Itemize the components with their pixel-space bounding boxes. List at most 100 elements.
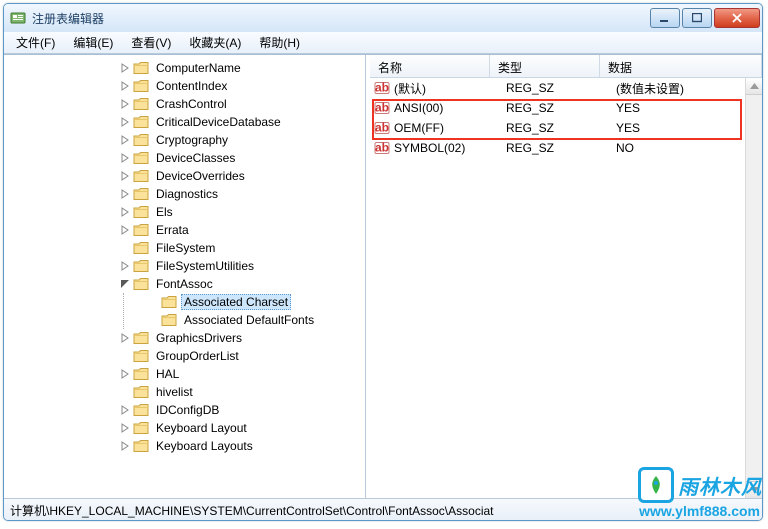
expand-icon[interactable] [118, 223, 132, 237]
folder-icon [133, 439, 149, 453]
menu-favorites[interactable]: 收藏夹(A) [181, 32, 249, 53]
menu-view[interactable]: 查看(V) [123, 32, 179, 53]
registry-tree[interactable]: ComputerName ContentIndex CrashControl Crit… [4, 59, 365, 455]
tree-item[interactable]: HAL [116, 365, 365, 383]
value-data: NO [616, 141, 758, 155]
menubar: 文件(F) 编辑(E) 查看(V) 收藏夹(A) 帮助(H) [4, 32, 762, 54]
expand-icon[interactable] [118, 115, 132, 129]
tree-item[interactable]: ComputerName [116, 59, 365, 77]
tree-item-label: ContentIndex [153, 79, 230, 93]
expand-icon[interactable] [118, 169, 132, 183]
folder-icon [133, 115, 149, 129]
tree-item-label: FontAssoc [153, 277, 216, 291]
expand-icon[interactable] [118, 97, 132, 111]
tree-item[interactable]: CrashControl [116, 95, 365, 113]
tree-item[interactable]: Els [116, 203, 365, 221]
expand-icon[interactable] [118, 151, 132, 165]
tree-item[interactable]: GroupOrderList [116, 347, 365, 365]
menu-help[interactable]: 帮助(H) [251, 32, 308, 53]
tree-item[interactable]: Keyboard Layouts [116, 437, 365, 455]
tree-item[interactable]: GraphicsDrivers [116, 329, 365, 347]
folder-icon [133, 349, 149, 363]
tree-item-label: Diagnostics [153, 187, 221, 201]
tree-pane[interactable]: ComputerName ContentIndex CrashControl Crit… [4, 55, 366, 498]
tree-item[interactable]: Errata [116, 221, 365, 239]
expand-icon[interactable] [118, 259, 132, 273]
expand-icon[interactable] [118, 133, 132, 147]
folder-icon [133, 385, 149, 399]
value-data: YES [616, 101, 758, 115]
svg-text:ab: ab [375, 101, 389, 115]
vertical-scrollbar[interactable] [745, 78, 762, 498]
value-name: OEM(FF) [394, 121, 506, 135]
value-row[interactable]: abANSI(00)REG_SZYES [370, 98, 762, 118]
tree-item[interactable]: hivelist [116, 383, 365, 401]
tree-item-label: Associated Charset [181, 294, 291, 310]
tree-item[interactable]: DeviceClasses [116, 149, 365, 167]
column-header-type[interactable]: 类型 [490, 55, 600, 77]
tree-item[interactable]: DeviceOverrides [116, 167, 365, 185]
client-area: ComputerName ContentIndex CrashControl Crit… [4, 54, 762, 498]
tree-item-label: HAL [153, 367, 182, 381]
folder-icon [133, 403, 149, 417]
tree-item[interactable]: Cryptography [116, 131, 365, 149]
tree-item[interactable]: FileSystemUtilities [116, 257, 365, 275]
expand-icon[interactable] [118, 61, 132, 75]
value-row[interactable]: abOEM(FF)REG_SZYES [370, 118, 762, 138]
folder-icon [133, 205, 149, 219]
folder-icon [133, 151, 149, 165]
expand-icon[interactable] [118, 421, 132, 435]
expand-icon[interactable] [118, 79, 132, 93]
tree-item[interactable]: Keyboard Layout [116, 419, 365, 437]
values-pane: 名称 类型 数据 ab(默认)REG_SZ(数值未设置)abANSI(00)RE… [370, 55, 762, 498]
tree-item-label: GroupOrderList [153, 349, 242, 363]
scroll-down-arrow[interactable] [746, 481, 762, 498]
scroll-up-arrow[interactable] [746, 78, 762, 95]
value-name: (默认) [394, 80, 506, 97]
tree-item-label: CrashControl [153, 97, 230, 111]
string-value-icon: ab [374, 120, 390, 136]
tree-item-label: CriticalDeviceDatabase [153, 115, 284, 129]
close-button[interactable] [714, 8, 760, 28]
window-title: 注册表编辑器 [32, 10, 642, 27]
tree-item-label: FileSystemUtilities [153, 259, 257, 273]
string-value-icon: ab [374, 80, 390, 96]
tree-item-label: hivelist [153, 385, 196, 399]
tree-item[interactable]: ContentIndex [116, 77, 365, 95]
tree-item[interactable]: IDConfigDB [116, 401, 365, 419]
tree-item-label: Associated DefaultFonts [181, 313, 317, 327]
maximize-button[interactable] [682, 8, 712, 28]
value-type: REG_SZ [506, 141, 616, 155]
column-header-name[interactable]: 名称 [370, 55, 490, 77]
regedit-app-icon [10, 10, 26, 26]
value-row[interactable]: abSYMBOL(02)REG_SZNO [370, 138, 762, 158]
svg-text:ab: ab [375, 141, 389, 155]
tree-item[interactable]: Associated DefaultFonts [144, 311, 365, 329]
expand-icon[interactable] [118, 367, 132, 381]
tree-item[interactable]: FontAssoc [116, 275, 365, 293]
folder-icon [133, 259, 149, 273]
values-list[interactable]: ab(默认)REG_SZ(数值未设置)abANSI(00)REG_SZYESab… [370, 78, 762, 498]
expand-icon[interactable] [118, 205, 132, 219]
tree-item-label: Keyboard Layout [153, 421, 250, 435]
tree-item[interactable]: Associated Charset [144, 293, 365, 311]
menu-file[interactable]: 文件(F) [8, 32, 63, 53]
expand-icon[interactable] [118, 331, 132, 345]
column-header-data[interactable]: 数据 [600, 55, 762, 77]
folder-icon [133, 169, 149, 183]
expand-icon[interactable] [118, 187, 132, 201]
tree-item[interactable]: FileSystem [116, 239, 365, 257]
string-value-icon: ab [374, 140, 390, 156]
tree-item-label: DeviceClasses [153, 151, 238, 165]
minimize-button[interactable] [650, 8, 680, 28]
menu-edit[interactable]: 编辑(E) [65, 32, 121, 53]
tree-item-label: Cryptography [153, 133, 231, 147]
collapse-icon[interactable] [118, 277, 132, 291]
tree-item[interactable]: CriticalDeviceDatabase [116, 113, 365, 131]
expand-icon[interactable] [118, 403, 132, 417]
tree-item[interactable]: Diagnostics [116, 185, 365, 203]
value-row[interactable]: ab(默认)REG_SZ(数值未设置) [370, 78, 762, 98]
expand-icon[interactable] [118, 439, 132, 453]
folder-icon [133, 241, 149, 255]
titlebar[interactable]: 注册表编辑器 [4, 4, 762, 32]
